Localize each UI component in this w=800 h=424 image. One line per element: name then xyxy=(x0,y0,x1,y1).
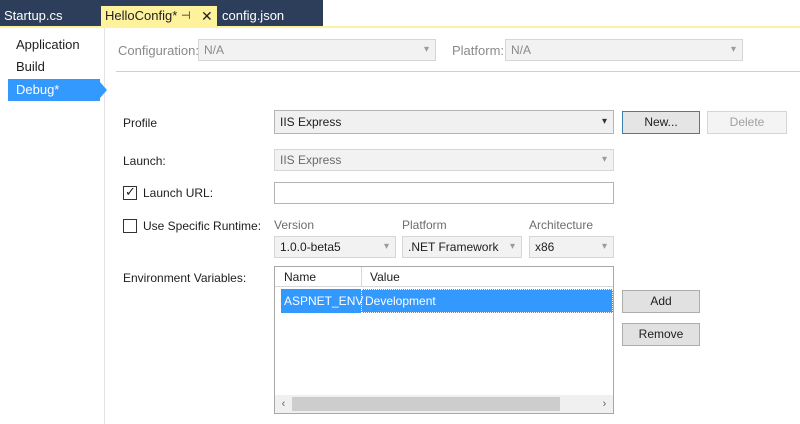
table-row[interactable]: ASPNET_ENV Development xyxy=(281,289,613,313)
runtime-platform-value: .NET Framework xyxy=(408,240,499,254)
chevron-down-icon: ▾ xyxy=(730,44,736,55)
configuration-label: Configuration: xyxy=(118,43,199,58)
new-profile-button[interactable]: New... xyxy=(622,111,700,134)
chevron-down-icon: ▾ xyxy=(601,116,607,127)
tab-label: HelloConfig* xyxy=(105,8,178,23)
nav-item-build[interactable]: Build xyxy=(8,56,100,78)
platform-label: Platform: xyxy=(452,43,505,58)
launch-url-label: Launch URL: xyxy=(143,186,214,200)
profile-label: Profile xyxy=(123,116,158,130)
architecture-value: x86 xyxy=(535,240,555,254)
launch-url-input[interactable] xyxy=(274,182,614,204)
env-name-cell[interactable]: ASPNET_ENV xyxy=(281,289,363,313)
version-label: Version xyxy=(274,218,315,232)
version-value: 1.0.0-beta5 xyxy=(280,240,341,254)
document-tab-strip: Startup.cs HelloConfig* ⊣ ✕ config.json xyxy=(0,0,800,28)
add-variable-button[interactable]: Add xyxy=(622,290,700,313)
nav-item-label: Application xyxy=(16,37,80,52)
scrollbar-thumb[interactable] xyxy=(292,397,560,411)
scroll-right-icon[interactable]: › xyxy=(596,395,613,413)
tab-helloconfig[interactable]: HelloConfig* ⊣ ✕ xyxy=(101,6,217,28)
runtime-platform-select[interactable]: .NET Framework ▾ xyxy=(402,236,522,258)
architecture-select[interactable]: x86 ▾ xyxy=(529,236,614,258)
nav-item-label: Build xyxy=(16,59,45,74)
divider xyxy=(116,71,800,72)
profile-select[interactable]: IIS Express ▾ xyxy=(274,110,614,134)
tab-label: Startup.cs xyxy=(4,8,63,23)
column-header-value[interactable]: Value xyxy=(361,267,613,287)
specific-runtime-checkbox[interactable] xyxy=(123,219,137,233)
chevron-down-icon: ▾ xyxy=(509,241,515,252)
launch-label: Launch: xyxy=(123,154,166,168)
close-icon[interactable]: ✕ xyxy=(201,6,213,26)
column-header-name[interactable]: Name xyxy=(275,267,361,287)
chevron-down-icon: ▾ xyxy=(423,44,429,55)
horizontal-scrollbar[interactable]: ‹ › xyxy=(275,395,613,413)
checkmark-icon: ✓ xyxy=(125,184,136,199)
chevron-down-icon: ▾ xyxy=(601,154,607,165)
scroll-left-icon[interactable]: ‹ xyxy=(275,395,292,413)
nav-item-debug[interactable]: Debug* xyxy=(8,79,107,101)
property-pages-nav: Application Build Debug* xyxy=(0,28,107,424)
pin-icon[interactable]: ⊣ xyxy=(181,6,191,26)
nav-item-label: Debug* xyxy=(16,82,60,97)
grid-header: Name Value xyxy=(275,267,613,287)
delete-profile-button[interactable]: Delete xyxy=(707,111,787,134)
runtime-platform-label: Platform xyxy=(402,218,447,232)
specific-runtime-label: Use Specific Runtime: xyxy=(143,219,262,233)
tab-config-json[interactable]: config.json xyxy=(218,6,323,26)
selection-arrow-icon xyxy=(100,82,107,98)
remove-variable-button[interactable]: Remove xyxy=(622,323,700,346)
launch-select[interactable]: IIS Express ▾ xyxy=(274,149,614,171)
nav-item-application[interactable]: Application xyxy=(8,34,100,56)
platform-value: N/A xyxy=(511,43,532,57)
environment-variables-label: Environment Variables: xyxy=(123,271,247,285)
chevron-down-icon: ▾ xyxy=(383,241,389,252)
chevron-down-icon: ▾ xyxy=(601,241,607,252)
environment-variables-grid[interactable]: Name Value ASPNET_ENV Development ‹ › xyxy=(274,266,614,414)
version-select[interactable]: 1.0.0-beta5 ▾ xyxy=(274,236,396,258)
env-value-cell[interactable]: Development xyxy=(361,289,613,313)
launch-url-checkbox[interactable]: ✓ xyxy=(123,184,137,200)
platform-select[interactable]: N/A ▾ xyxy=(505,39,743,61)
architecture-label: Architecture xyxy=(529,218,594,232)
profile-value: IIS Express xyxy=(280,115,342,129)
configuration-select[interactable]: N/A ▾ xyxy=(198,39,436,61)
configuration-value: N/A xyxy=(204,43,225,57)
tab-startup-cs[interactable]: Startup.cs xyxy=(0,6,100,26)
launch-value: IIS Express xyxy=(280,153,342,167)
tab-label: config.json xyxy=(222,8,285,23)
